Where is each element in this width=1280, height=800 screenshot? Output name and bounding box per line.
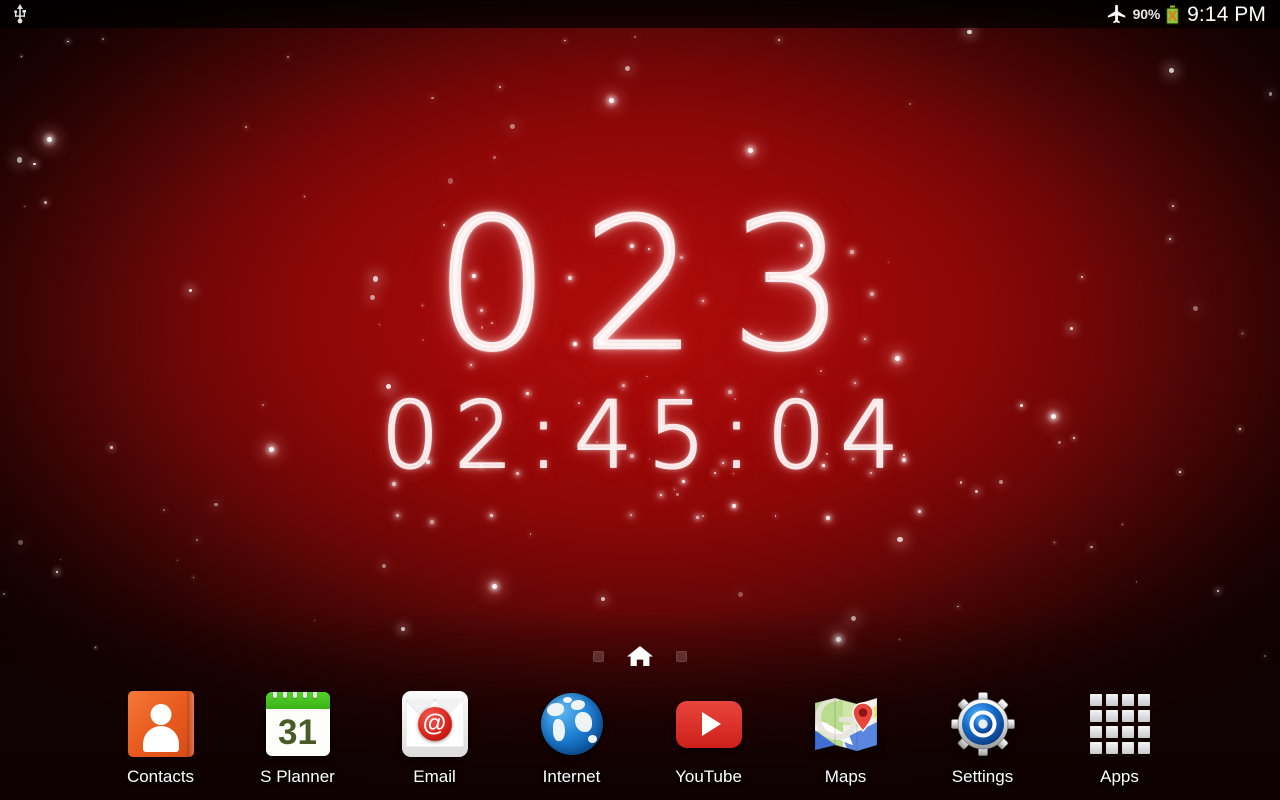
calendar-icon[interactable]: 31 — [262, 688, 334, 760]
apps-grid-cell — [1137, 694, 1150, 706]
dock-item-apps[interactable]: Apps — [1051, 688, 1188, 785]
email-icon[interactable]: @ — [399, 688, 471, 760]
apps-grid-cell — [1137, 726, 1150, 738]
apps-grid-cell — [1105, 742, 1118, 754]
globe-icon[interactable] — [536, 688, 608, 760]
countdown-days: 023 — [433, 179, 878, 391]
apps-grid-cell — [1121, 694, 1134, 706]
apps-grid-icon[interactable] — [1084, 688, 1156, 760]
dock-label-apps: Apps — [1100, 767, 1139, 786]
battery-percent-label: 90% — [1132, 6, 1161, 22]
dock-label-maps: Maps — [824, 767, 867, 786]
home-icon[interactable] — [626, 644, 654, 668]
home-screen: 90% 9:14 PM 023 02:45:04 Contacts 31 S P… — [0, 0, 1280, 800]
page-dot-right[interactable] — [676, 650, 687, 662]
app-dock: Contacts 31 S Planner @ Email Internet Y… — [0, 682, 1280, 800]
at-symbol: @ — [417, 707, 452, 741]
status-bar-right: 90% 9:14 PM — [1106, 3, 1272, 25]
apps-grid-cell — [1105, 726, 1118, 738]
airplane-mode-icon — [1106, 3, 1128, 25]
apps-grid-cell — [1089, 710, 1102, 722]
status-bar-left — [12, 4, 28, 24]
apps-grid-cell — [1105, 694, 1118, 706]
dock-label-youtube: YouTube — [675, 767, 742, 786]
dock-label-contacts: Contacts — [126, 767, 195, 786]
apps-grid-cell — [1121, 742, 1134, 754]
dock-item-youtube[interactable]: YouTube — [640, 688, 777, 785]
status-bar[interactable]: 90% 9:14 PM — [0, 0, 1280, 28]
apps-grid-cell — [1089, 726, 1102, 738]
apps-grid-cell — [1121, 710, 1134, 722]
dock-label-internet: Internet — [542, 767, 601, 786]
dock-label-email: Email — [413, 767, 456, 786]
countdown-time: 02:45:04 — [380, 382, 915, 490]
maps-icon[interactable] — [810, 688, 882, 760]
dock-item-contacts[interactable]: Contacts — [92, 688, 229, 785]
youtube-icon[interactable] — [673, 688, 745, 760]
dock-item-email[interactable]: @ Email — [366, 688, 503, 785]
page-dot-left[interactable] — [593, 650, 604, 662]
dock-item-settings[interactable]: Settings — [914, 688, 1051, 785]
page-indicator — [0, 644, 1280, 668]
gear-icon[interactable] — [947, 688, 1019, 760]
contacts-icon[interactable] — [125, 688, 197, 760]
dock-label-s-planner: S Planner — [260, 767, 335, 786]
apps-grid-cell — [1089, 742, 1102, 754]
usb-icon — [12, 4, 28, 24]
apps-grid-cell — [1137, 742, 1150, 754]
battery-icon — [1165, 5, 1180, 24]
apps-grid-cell — [1089, 694, 1102, 706]
dock-item-maps[interactable]: Maps — [777, 688, 914, 785]
calendar-day-number: 31 — [278, 713, 317, 752]
dock-label-settings: Settings — [951, 767, 1014, 786]
apps-grid-cell — [1105, 710, 1118, 722]
dock-item-internet[interactable]: Internet — [503, 688, 640, 785]
dock-item-s-planner[interactable]: 31 S Planner — [229, 688, 366, 785]
status-bar-clock: 9:14 PM — [1187, 2, 1266, 26]
apps-grid-cell — [1137, 710, 1150, 722]
countdown-clock-widget[interactable]: 023 02:45:04 — [0, 179, 1280, 524]
apps-grid-cell — [1121, 726, 1134, 738]
